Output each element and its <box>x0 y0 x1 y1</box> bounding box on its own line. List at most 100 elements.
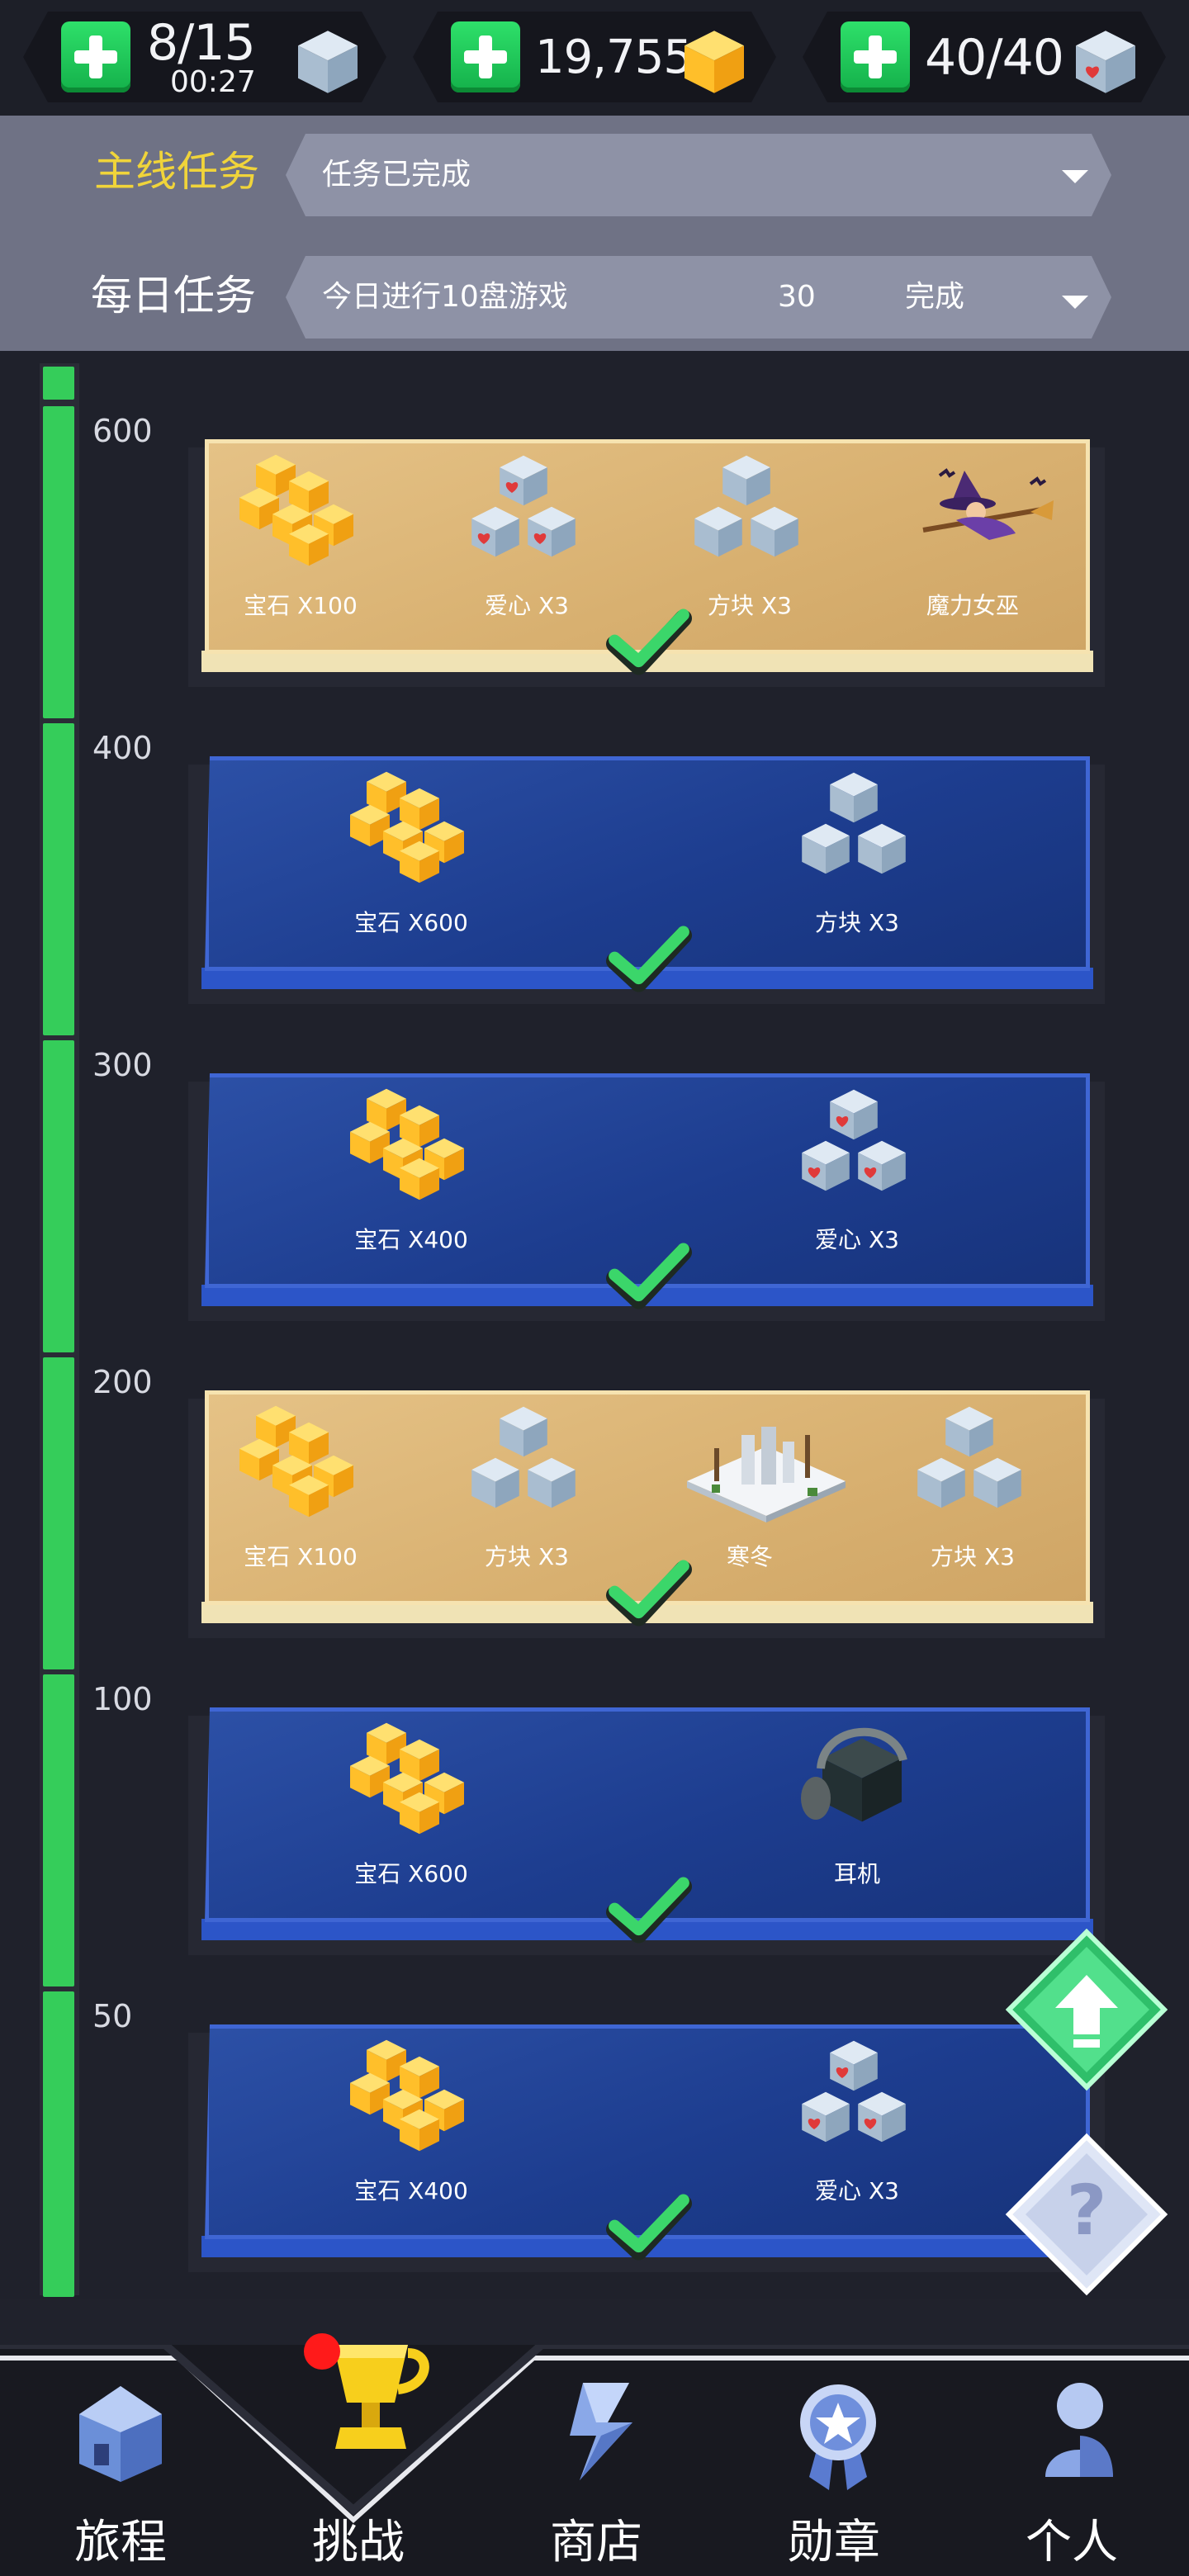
witch-icon <box>907 451 1055 578</box>
progress-segment <box>43 1040 74 1352</box>
reward-label: 爱心 X3 <box>815 1226 899 1253</box>
nav-label: 商店 <box>550 2516 642 2569</box>
nav-label: 勋章 <box>788 2516 880 2569</box>
reward-item: 宝石 X600 <box>337 765 486 946</box>
medal-icon <box>800 2384 876 2490</box>
gem-pile-icon <box>234 1402 367 1529</box>
ice-cube-icon <box>291 25 365 99</box>
svg-text:?: ? <box>1067 2170 1107 2251</box>
scroll-up-button[interactable] <box>1005 1928 1168 2091</box>
add-hearts-button[interactable] <box>841 21 910 92</box>
progress-segment <box>43 1357 74 1669</box>
nav-label: 个人 <box>1026 2516 1118 2569</box>
reward-item: 魔力女巫 <box>898 447 1054 629</box>
progress-segment <box>43 367 74 400</box>
reward-card[interactable]: 宝石 X100 方块 X3 寒冬 方块 X3 <box>201 1390 1093 1605</box>
completed-check-icon <box>606 1559 692 1628</box>
daily-task-count: 30 <box>778 280 816 314</box>
help-button[interactable]: ? <box>1004 2132 1169 2297</box>
ice-cube-icon <box>684 451 816 578</box>
ice-cube-icon <box>791 768 923 895</box>
reward-card[interactable]: 宝石 X100 爱心 X3 方块 X3 魔力女巫 <box>201 439 1093 654</box>
gem-counter: 19,755 <box>413 12 776 102</box>
reward-label: 魔力女巫 <box>926 592 1019 619</box>
reward-item: 耳机 <box>783 1716 931 1897</box>
reward-label: 方块 X3 <box>931 1543 1015 1570</box>
trophy-icon <box>304 2333 429 2449</box>
reward-item: 方块 X3 <box>898 1399 1047 1580</box>
gem-pile-icon <box>345 1719 477 1846</box>
add-energy-button[interactable] <box>61 21 130 92</box>
reward-label: 爱心 X3 <box>815 2177 899 2204</box>
heart-cube-icon <box>461 451 593 578</box>
gold-gem-icon <box>677 25 751 99</box>
daily-task-state: 完成 <box>905 280 965 314</box>
energy-counter: 8/15 00:27 <box>23 12 386 102</box>
chevron-down-icon <box>1062 296 1088 309</box>
progress-segment <box>43 406 74 718</box>
gem-value: 19,755 <box>535 31 692 84</box>
reward-item: 宝石 X100 <box>226 1399 375 1580</box>
heart-value: 40/40 <box>925 29 1063 87</box>
reward-item: 方块 X3 <box>675 447 824 629</box>
reward-item: 方块 X3 <box>452 1399 601 1580</box>
shop-s-icon <box>570 2383 632 2480</box>
winter-scene-icon <box>684 1402 849 1529</box>
nav-challenge[interactable]: 挑战 <box>284 2333 433 2576</box>
reward-label: 宝石 X400 <box>354 2177 468 2204</box>
completed-check-icon <box>606 2193 692 2262</box>
status-bar: 8/15 00:27 19,755 40/40 <box>0 0 1189 116</box>
energy-timer: 00:27 <box>170 65 256 99</box>
heart-cube-icon <box>791 2036 923 2163</box>
energy-value: 8/15 <box>147 14 255 72</box>
main-task-dropdown[interactable]: 任务已完成 <box>286 134 1111 216</box>
reward-card[interactable]: 宝石 X400 爱心 X3 <box>201 2024 1093 2239</box>
reward-item: 宝石 X100 <box>226 447 375 629</box>
nav-journey[interactable]: 旅程 <box>46 2378 195 2576</box>
house-icon <box>79 2386 162 2482</box>
progress-segment <box>43 1991 74 2297</box>
main-task-status: 任务已完成 <box>322 158 471 192</box>
daily-task-dropdown[interactable]: 今日进行10盘游戏 30 完成 <box>286 256 1111 339</box>
reward-item: 爱心 X3 <box>452 447 601 629</box>
reward-label: 耳机 <box>833 1860 880 1887</box>
reward-card[interactable]: 宝石 X400 爱心 X3 <box>201 1073 1093 1288</box>
completed-check-icon <box>606 608 692 677</box>
reward-label: 方块 X3 <box>815 909 899 936</box>
add-gems-button[interactable] <box>451 21 520 92</box>
reward-label: 宝石 X600 <box>354 1860 468 1887</box>
reward-item: 爱心 X3 <box>783 1082 931 1263</box>
completed-check-icon <box>606 1876 692 1945</box>
reward-card[interactable]: 宝石 X600 耳机 <box>201 1707 1093 1922</box>
up-arrow-icon <box>1005 1928 1168 2091</box>
completed-check-icon <box>606 1242 692 1311</box>
daily-task-text: 今日进行10盘游戏 <box>322 280 568 314</box>
reward-label: 宝石 X600 <box>354 909 468 936</box>
milestone-points: 600 <box>92 413 153 449</box>
person-icon <box>1045 2383 1113 2477</box>
progress-segment <box>43 1674 74 1986</box>
main-task-label: 主线任务 <box>94 148 259 196</box>
milestone-points: 200 <box>92 1364 153 1400</box>
reward-item: 宝石 X400 <box>337 1082 486 1263</box>
milestone-points: 50 <box>92 1998 133 2034</box>
reward-label: 宝石 X100 <box>244 592 358 619</box>
chevron-down-icon <box>1062 170 1088 183</box>
nav-medals[interactable]: 勋章 <box>760 2378 908 2576</box>
reward-item: 宝石 X400 <box>337 2033 486 2214</box>
nav-label: 旅程 <box>74 2516 167 2569</box>
gem-pile-icon <box>345 1085 477 1212</box>
nav-profile[interactable]: 个人 <box>997 2378 1146 2576</box>
reward-item: 爱心 X3 <box>783 2033 931 2214</box>
nav-shop[interactable]: 商店 <box>522 2378 670 2576</box>
gem-pile-icon <box>234 451 367 578</box>
reward-label: 宝石 X100 <box>244 1543 358 1570</box>
milestone-points: 400 <box>92 730 153 766</box>
reward-card[interactable]: 宝石 X600 方块 X3 <box>201 756 1093 971</box>
task-panel: 主线任务 任务已完成 每日任务 今日进行10盘游戏 30 完成 <box>0 116 1189 351</box>
heart-cube-icon <box>1068 25 1143 99</box>
nav-label: 挑战 <box>312 2516 405 2569</box>
heart-cube-icon <box>791 1085 923 1212</box>
daily-task-label: 每日任务 <box>91 272 256 320</box>
milestone-points: 300 <box>92 1047 153 1083</box>
